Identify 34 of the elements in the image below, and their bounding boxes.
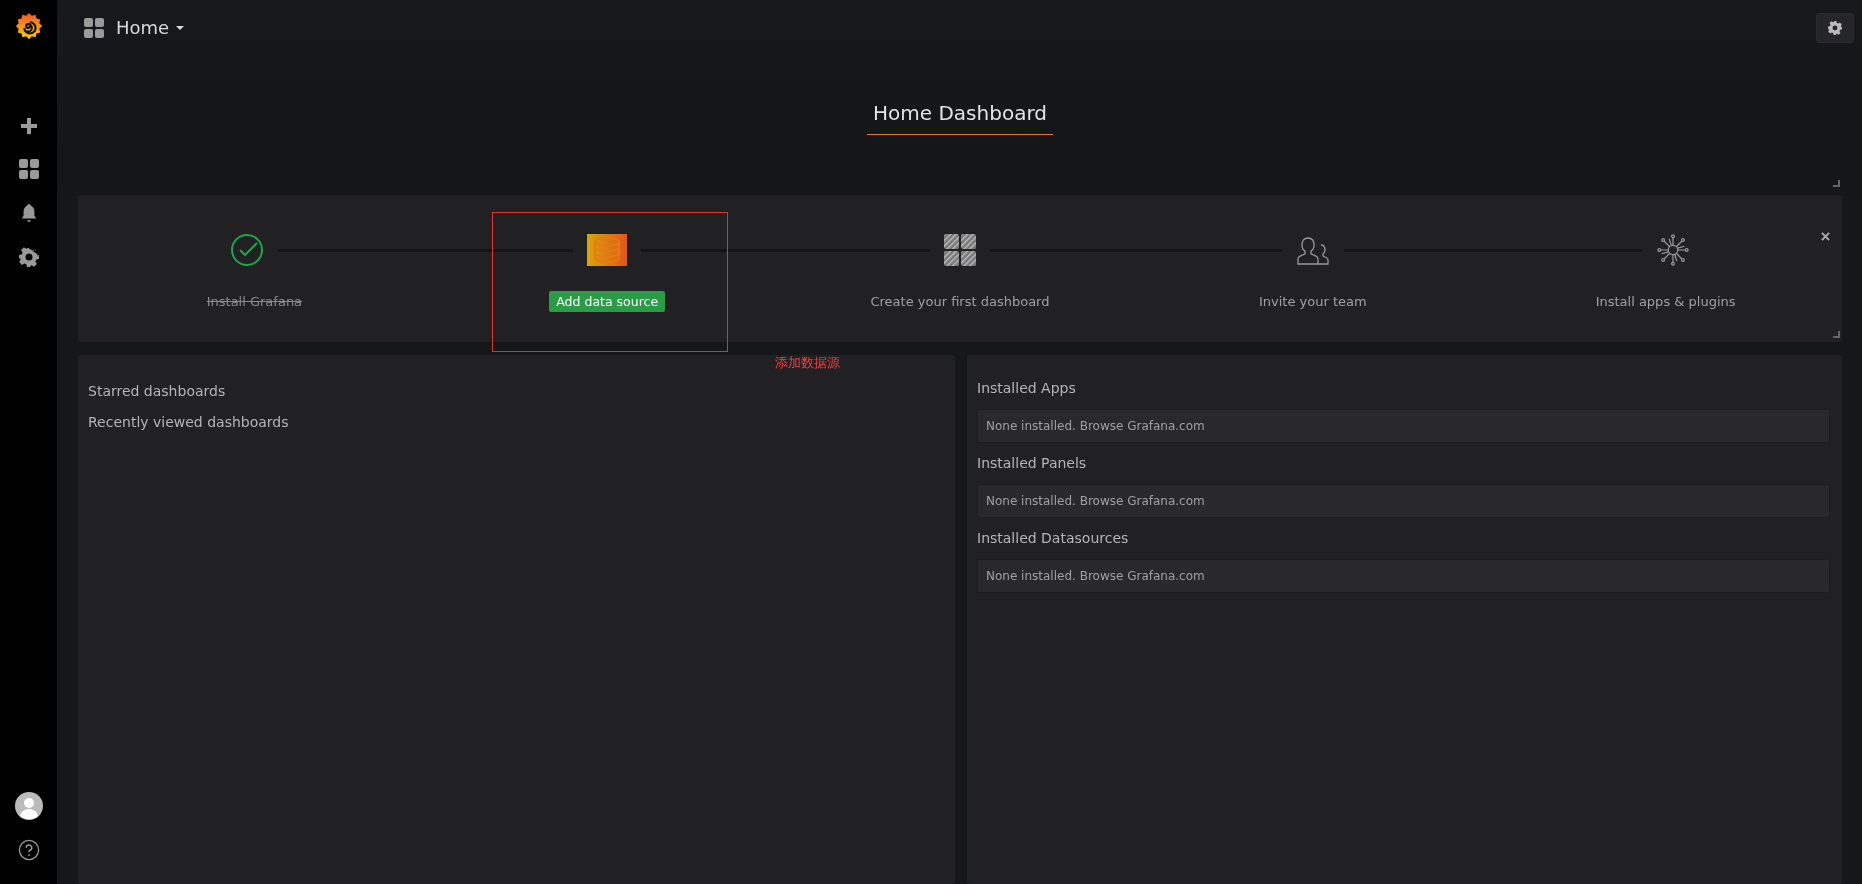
- settings-button[interactable]: [1816, 12, 1854, 43]
- section-heading: Installed Apps: [977, 380, 1077, 396]
- step-link[interactable]: Invite your team: [1258, 294, 1367, 309]
- bell-icon[interactable]: [19, 203, 38, 223]
- dashboard-grid-icon: [944, 234, 976, 266]
- avatar-icon[interactable]: [14, 792, 43, 820]
- settings-icon[interactable]: [18, 247, 39, 267]
- section-heading[interactable]: Recently viewed dashboards: [88, 414, 289, 430]
- plugins-icon: [1655, 233, 1690, 267]
- empty-message: None installed. Browse Grafana.com: [977, 484, 1830, 518]
- step-link[interactable]: Install apps & plugins: [1595, 294, 1736, 309]
- gear-icon: [1828, 20, 1842, 35]
- dashboards-icon[interactable]: [18, 159, 39, 179]
- empty-message: None installed. Browse Grafana.com: [977, 409, 1830, 443]
- step-link[interactable]: Create your first dashboard: [870, 294, 1050, 309]
- dashboard-title: Home Dashboard: [867, 101, 1053, 135]
- add-data-source-button[interactable]: Add data source: [549, 291, 666, 312]
- plus-icon[interactable]: [19, 117, 38, 135]
- check-circle-icon: [230, 233, 265, 267]
- help-icon[interactable]: [17, 839, 40, 861]
- close-icon[interactable]: [1821, 232, 1830, 241]
- section-heading[interactable]: Starred dashboards: [88, 383, 226, 399]
- people-icon: [1295, 234, 1330, 266]
- resize-handle-icon[interactable]: [1833, 331, 1840, 338]
- empty-message: None installed. Browse Grafana.com: [977, 559, 1830, 593]
- resize-handle-icon[interactable]: [1833, 180, 1840, 187]
- section-heading: Installed Datasources: [977, 530, 1130, 546]
- dashboards-icon: [84, 17, 104, 38]
- step-label: Install Grafana: [206, 294, 303, 309]
- section-heading: Installed Panels: [977, 455, 1088, 471]
- grafana-logo-icon[interactable]: [13, 11, 44, 41]
- annotation-label: 添加数据源: [775, 354, 840, 372]
- database-icon: [587, 234, 628, 266]
- dashboard-picker[interactable]: Home: [116, 17, 185, 38]
